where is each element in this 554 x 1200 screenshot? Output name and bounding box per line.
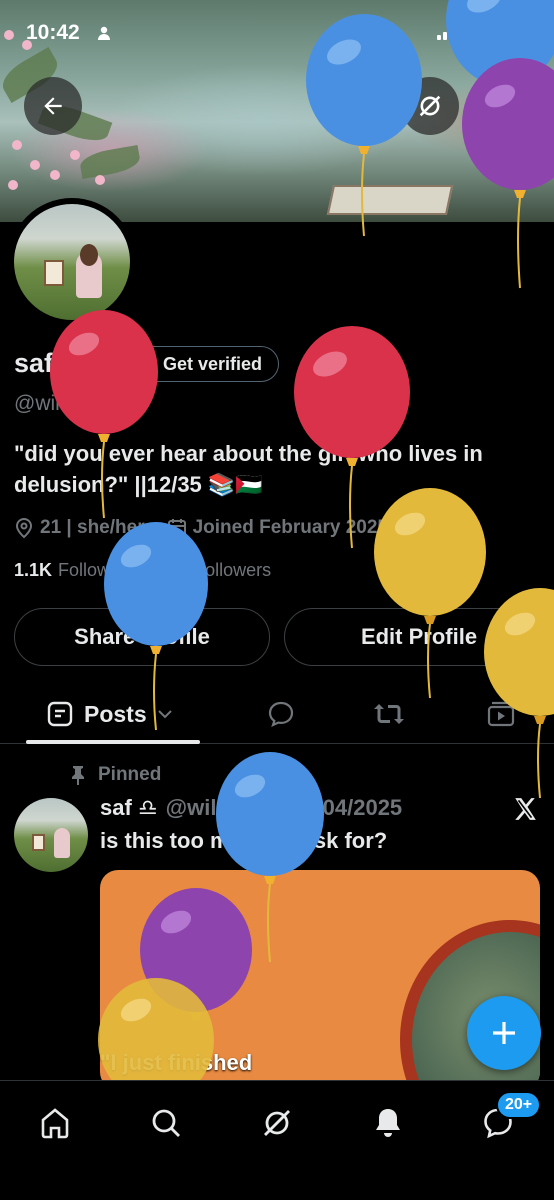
chevron-down-icon[interactable] — [157, 709, 173, 719]
back-arrow-icon — [44, 97, 62, 115]
post-date: · 19/04/2025 — [278, 795, 403, 820]
battery-indicator: 55 — [497, 23, 529, 42]
search-icon — [489, 96, 510, 117]
display-name: saf ♎︎ — [14, 348, 85, 378]
post-author-handle[interactable]: @willow... — [166, 795, 271, 821]
age-pronouns: 21 | she/her — [40, 517, 145, 538]
joined-date: Joined February 2025 — [192, 517, 388, 538]
post-author-name[interactable]: saf ♎︎ — [100, 795, 158, 821]
share-profile-button[interactable]: Share Profile — [14, 608, 270, 666]
person-icon — [98, 26, 110, 40]
messages-badge: 20+ — [496, 1091, 542, 1119]
grok-icon — [264, 1110, 290, 1136]
status-time: 10:42 — [26, 21, 80, 44]
pinned-label: Pinned — [98, 764, 162, 785]
grok-icon — [419, 95, 441, 117]
nav-search[interactable] — [146, 1103, 186, 1143]
search-button[interactable] — [470, 77, 528, 135]
signal-icon — [437, 24, 459, 40]
grok-button[interactable] — [401, 77, 459, 135]
post-text: is this too much to ask for? — [100, 828, 388, 853]
nav-grok[interactable] — [257, 1103, 297, 1143]
followers-count: 1.3K — [150, 560, 189, 580]
followers-label: Followers — [194, 560, 272, 580]
get-verified-label: Get verified — [163, 353, 263, 374]
post-media[interactable]: "I just finished — [100, 870, 540, 1090]
chevron-right-icon[interactable] — [398, 520, 408, 536]
pin-icon — [72, 766, 84, 785]
nav-notifications[interactable] — [368, 1103, 408, 1143]
compose-plus-icon — [493, 1022, 515, 1044]
following-count: 1.1K — [14, 560, 53, 580]
tab-replies[interactable] — [266, 684, 296, 744]
follow-stats: 1.1K Following 1.3K Followers — [14, 560, 271, 581]
wifi-icon — [468, 23, 490, 40]
profile-handle: @willowveill — [14, 392, 128, 415]
post-avatar[interactable] — [14, 798, 88, 872]
nav-home[interactable] — [35, 1103, 75, 1143]
tab-posts-label: Posts — [84, 700, 147, 727]
get-verified-button[interactable]: Get verified — [122, 346, 280, 382]
following-label: Following — [58, 560, 135, 580]
bottom-navigation: 20+ — [0, 1080, 554, 1200]
x-logo-icon[interactable] — [512, 796, 538, 822]
tab-posts[interactable]: Posts — [46, 684, 173, 744]
post-media-caption: "I just finished — [100, 1050, 253, 1075]
repost-icon — [374, 704, 404, 724]
status-bar: 10:42 55 — [0, 20, 554, 46]
profile-bio: "did you ever hear about the girl who li… — [14, 441, 483, 497]
edit-profile-button[interactable]: Edit Profile — [284, 608, 554, 666]
active-tab-indicator — [26, 740, 200, 744]
posts-icon — [47, 701, 73, 727]
replies-icon — [268, 701, 294, 728]
calendar-icon — [167, 519, 186, 537]
bell-icon — [376, 1109, 400, 1137]
tab-reposts[interactable] — [372, 684, 406, 744]
home-icon — [41, 1108, 69, 1139]
avatar[interactable] — [14, 204, 130, 320]
post-header: saf ♎︎ @willow... · 19/04/2025 — [100, 795, 402, 821]
following-link[interactable]: 1.1K Following — [14, 560, 134, 581]
profile-meta: 21 | she/her Joined February 2025 — [14, 514, 414, 542]
search-icon — [152, 1109, 180, 1137]
pinned-indicator: Pinned — [70, 764, 161, 786]
profile-tabs: Posts — [0, 684, 554, 744]
tab-media[interactable] — [486, 684, 516, 744]
media-icon — [487, 701, 515, 727]
verified-check-icon — [137, 355, 155, 373]
back-button[interactable] — [24, 77, 82, 135]
compose-button[interactable] — [467, 996, 541, 1070]
followers-link[interactable]: 1.3K Followers — [150, 560, 271, 581]
location-icon — [15, 517, 33, 539]
